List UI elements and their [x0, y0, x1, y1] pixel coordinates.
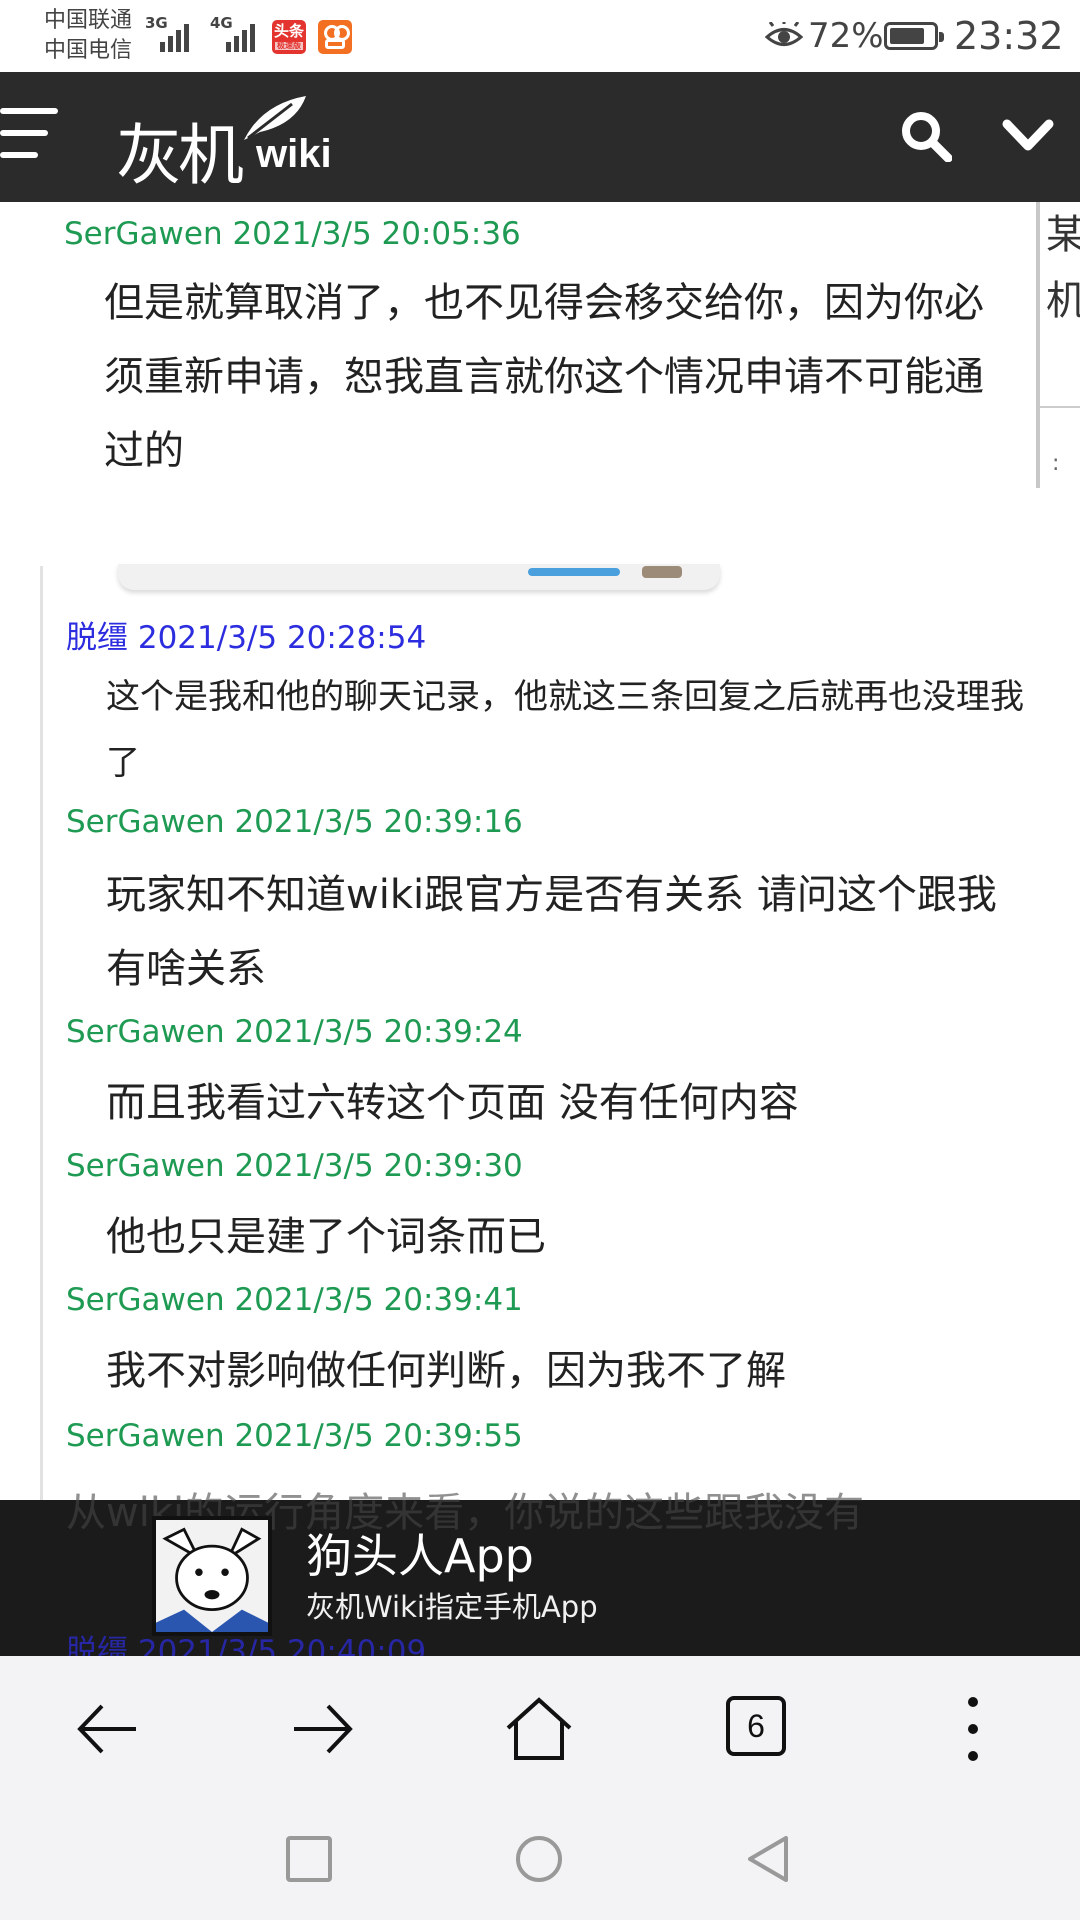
message-text: 这个是我和他的聊天记录，他就这三条回复之后就再也没理我了	[106, 677, 1024, 783]
back-triangle-icon[interactable]	[744, 1834, 794, 1884]
menu-icon[interactable]	[0, 108, 60, 164]
more-options-icon[interactable]	[938, 1694, 1008, 1764]
logo-text-en: wiki	[256, 132, 332, 176]
message-text: 而且我看过六转这个页面 没有任何内容	[106, 1080, 799, 1126]
message-timestamp: 2021/3/5 20:39:55	[234, 1418, 523, 1454]
logo-text-cn: 灰机	[116, 117, 244, 194]
message-timestamp: 2021/3/5 20:39:30	[234, 1148, 523, 1184]
message-user: SerGawen	[66, 1418, 225, 1454]
message-timestamp: 2021/3/5 20:39:41	[234, 1282, 523, 1318]
message-timestamp: 2021/3/5 20:05:36	[232, 216, 521, 252]
tab-switcher-button[interactable]: 6	[726, 1696, 786, 1756]
forward-arrow-icon[interactable]	[288, 1694, 358, 1764]
clock: 23:32	[954, 14, 1064, 58]
message-user: SerGawen	[66, 804, 225, 840]
message-text: 玩家知不知道wiki跟官方是否有关系 请问这个跟我有啥关系	[106, 872, 997, 992]
battery-icon	[884, 22, 944, 50]
message-header: SerGawen 2021/3/5 20:05:36	[64, 216, 521, 252]
message-header: SerGawen 2021/3/5 20:39:41	[66, 1282, 523, 1318]
system-nav-bar	[0, 1800, 1080, 1920]
app-name: 狗头人App	[306, 1529, 534, 1583]
site-header: 灰机 wiki	[0, 72, 1080, 202]
browser-toolbar: 6	[0, 1656, 1080, 1800]
message-user: SerGawen	[66, 1014, 225, 1050]
signal-icon	[226, 16, 262, 52]
message-user: SerGawen	[66, 1282, 225, 1318]
recent-apps-icon[interactable]	[284, 1834, 334, 1884]
message-text: 我不对影响做任何判断，因为我不了解	[106, 1348, 786, 1394]
signal-icon	[160, 16, 196, 52]
message-header: SerGawen 2021/3/5 20:39:30	[66, 1148, 523, 1184]
status-bar: 中国联通 中国电信 3G 4G 头条 极速版 72% 23:32	[0, 0, 1080, 72]
app-logo-icon	[152, 1516, 272, 1636]
home-circle-icon[interactable]	[514, 1834, 564, 1884]
message-text: 他也只是建了个词条而已	[106, 1214, 546, 1260]
page-content[interactable]: SerGawen 2021/3/5 20:05:36 但是就算取消了，也不见得会…	[0, 202, 1080, 1500]
clipped-side-panel: 某 机 :	[1036, 202, 1080, 488]
home-icon[interactable]	[504, 1694, 574, 1764]
clipped-char: 某	[1040, 202, 1080, 268]
kuaishou-app-icon	[318, 20, 352, 54]
toutiao-app-icon: 头条 极速版	[272, 20, 306, 54]
search-icon[interactable]	[900, 110, 952, 162]
message-header: SerGawen 2021/3/5 20:39:16	[66, 804, 523, 840]
message-timestamp: 2021/3/5 20:39:24	[234, 1014, 523, 1050]
message-header: SerGawen 2021/3/5 20:39:24	[66, 1014, 523, 1050]
quoted-message-card: SerGawen 2021/3/5 20:05:36 但是就算取消了，也不见得会…	[0, 202, 1036, 488]
chevron-down-icon[interactable]	[1002, 118, 1054, 154]
battery-percent: 72%	[808, 16, 884, 56]
message-text: 但是就算取消了，也不见得会移交给你，因为你必须重新申请，恕我直言就你这个情况申请…	[104, 280, 984, 474]
message-header: 脱缰 2021/3/5 20:28:54	[66, 612, 426, 657]
message-timestamp: 2021/3/5 20:28:54	[137, 620, 427, 656]
back-arrow-icon[interactable]	[72, 1694, 142, 1764]
message-user: SerGawen	[66, 1148, 225, 1184]
carrier-2: 中国电信	[44, 38, 133, 63]
message-timestamp: 2021/3/5 20:39:16	[234, 804, 523, 840]
eye-comfort-icon	[765, 22, 803, 46]
clipped-char: 机	[1040, 268, 1080, 334]
toutiao-label: 头条	[273, 22, 304, 40]
message-user: 脱缰	[66, 620, 128, 656]
app-description: 灰机Wiki指定手机App	[306, 1590, 598, 1624]
chat-screenshot-image[interactable]	[118, 564, 720, 590]
toutiao-sublabel: 极速版	[275, 41, 303, 50]
site-logo[interactable]: 灰机 wiki	[116, 94, 346, 194]
carrier-1: 中国联通	[44, 8, 133, 33]
message-header: SerGawen 2021/3/5 20:39:55	[66, 1418, 523, 1454]
carrier-labels: 中国联通 中国电信	[44, 6, 132, 66]
app-download-banner[interactable]: 从wiki的运行角度来看，你说的这些跟我没有 脱缰 2021/3/5 20:40…	[0, 1490, 1080, 1670]
message-user: SerGawen	[64, 216, 223, 252]
